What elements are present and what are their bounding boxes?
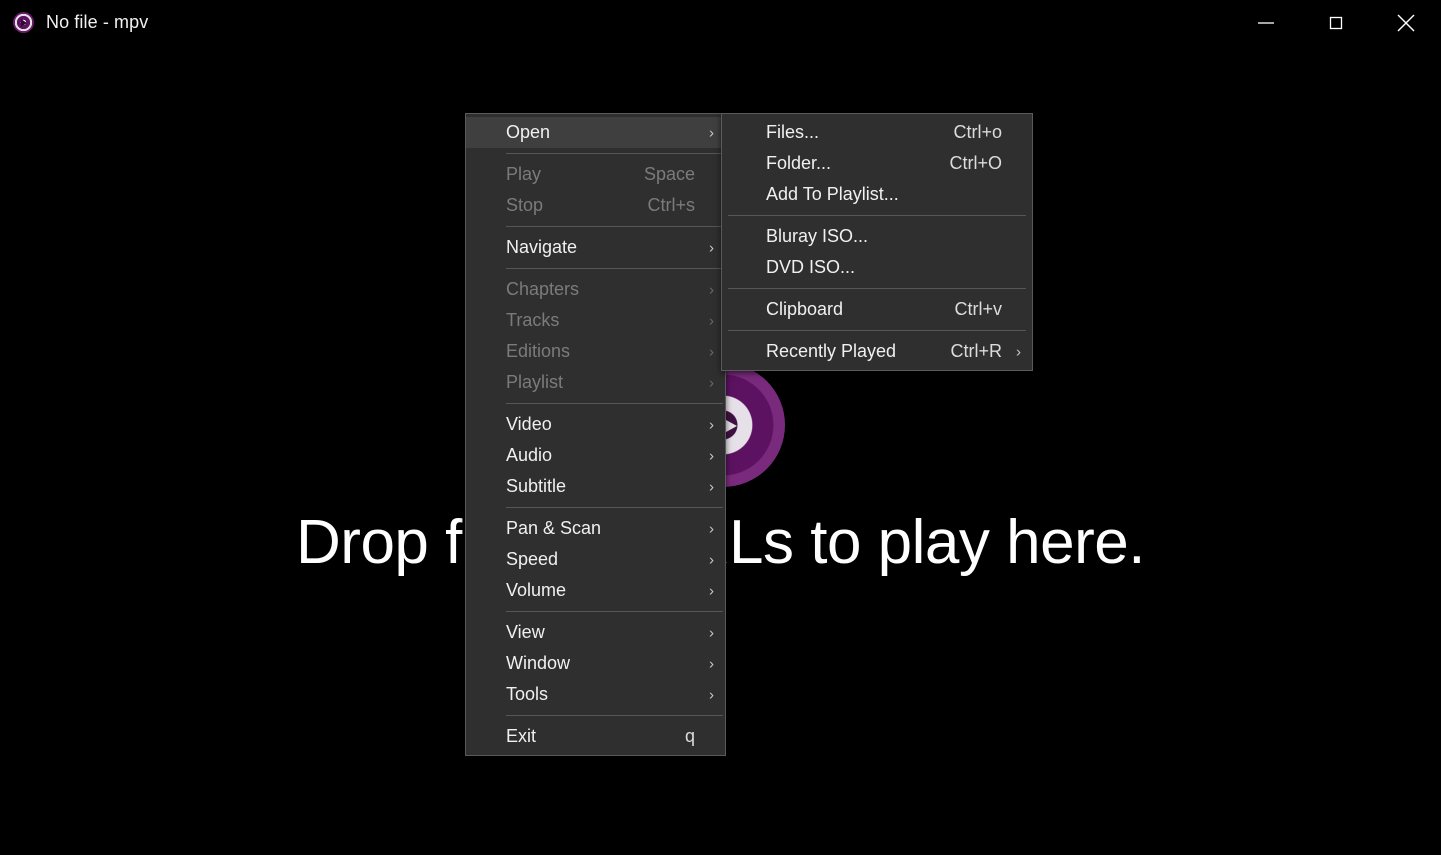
chevron-right-icon: › <box>709 124 714 141</box>
chevron-right-icon: › <box>709 239 714 256</box>
menu-item-open[interactable]: Open › <box>466 117 725 148</box>
menu-item-add-to-playlist[interactable]: Add To Playlist... <box>722 179 1032 210</box>
menu-item-label: Window <box>506 653 571 673</box>
open-submenu[interactable]: Files... Ctrl+o Folder... Ctrl+O Add To Play… <box>721 113 1033 371</box>
menu-item-label: Play <box>506 164 542 184</box>
menu-item-video[interactable]: Video › <box>466 409 725 440</box>
mpv-context-menu[interactable]: Open › Play Space Stop Ctrl+s Navigate › Chapter… <box>465 113 726 756</box>
menu-item-exit[interactable]: Exit q <box>466 721 725 752</box>
menu-item-label: Tracks <box>506 310 560 330</box>
menu-item-label: Recently Played <box>766 341 897 361</box>
menu-item-subtitle[interactable]: Subtitle › <box>466 471 725 502</box>
menu-item-label: Audio <box>506 445 553 465</box>
window-title: No file - mpv <box>46 12 149 32</box>
menu-item-label: Playlist <box>506 372 564 392</box>
chevron-right-icon: › <box>709 655 714 672</box>
mpv-logo-icon <box>13 12 34 33</box>
menu-item-label: Stop <box>506 195 544 215</box>
menu-separator <box>506 403 723 404</box>
maximize-button[interactable] <box>1301 0 1371 45</box>
chevron-right-icon: › <box>709 416 714 433</box>
menu-item-label: DVD ISO... <box>766 257 856 277</box>
menu-item-label: Add To Playlist... <box>766 184 899 204</box>
menu-item-shortcut: Ctrl+s <box>647 195 695 215</box>
menu-item-shortcut: q <box>684 726 695 746</box>
menu-item-shortcut: Ctrl+R <box>950 341 1002 361</box>
menu-item-label: Open <box>506 122 551 142</box>
menu-item-window[interactable]: Window › <box>466 648 725 679</box>
menu-item-shortcut: Ctrl+v <box>954 299 1002 319</box>
menu-separator <box>728 288 1026 289</box>
menu-item-view[interactable]: View › <box>466 617 725 648</box>
menu-item-files[interactable]: Files... Ctrl+o <box>722 117 1032 148</box>
menu-item-label: Tools <box>506 684 549 704</box>
chevron-right-icon: › <box>709 624 714 641</box>
menu-item-label: Clipboard <box>766 299 844 319</box>
menu-item-volume[interactable]: Volume › <box>466 575 725 606</box>
menu-separator <box>506 611 723 612</box>
menu-item-editions: Editions › <box>466 336 725 367</box>
menu-separator <box>506 226 723 227</box>
menu-item-play: Play Space <box>466 159 725 190</box>
menu-item-label: View <box>506 622 545 642</box>
chevron-right-icon: › <box>709 281 714 298</box>
chevron-right-icon: › <box>709 478 714 495</box>
minimize-button[interactable] <box>1231 0 1301 45</box>
menu-item-label: Files... <box>766 122 820 142</box>
menu-item-shortcut: Space <box>643 164 695 184</box>
menu-item-label: Editions <box>506 341 571 361</box>
menu-item-label: Subtitle <box>506 476 567 496</box>
menu-item-label: Navigate <box>506 237 578 257</box>
mpv-window: No file - mpv Drop to play here. Open › … <box>0 0 1441 855</box>
menu-item-label: Speed <box>506 549 559 569</box>
menu-separator <box>728 215 1026 216</box>
menu-item-navigate[interactable]: Navigate › <box>466 232 725 263</box>
menu-item-label: Volume <box>506 580 567 600</box>
menu-item-tracks: Tracks › <box>466 305 725 336</box>
menu-separator <box>506 715 723 716</box>
menu-item-shortcut: Ctrl+O <box>949 153 1002 173</box>
chevron-right-icon: › <box>709 686 714 703</box>
menu-item-label: Chapters <box>506 279 580 299</box>
menu-separator <box>506 153 723 154</box>
play-triangle-icon <box>21 18 27 27</box>
menu-item-label: Exit <box>506 726 537 746</box>
menu-item-folder[interactable]: Folder... Ctrl+O <box>722 148 1032 179</box>
chevron-right-icon: › <box>709 582 714 599</box>
menu-separator <box>506 268 723 269</box>
chevron-right-icon: › <box>709 374 714 391</box>
menu-item-clipboard[interactable]: Clipboard Ctrl+v <box>722 294 1032 325</box>
chevron-right-icon: › <box>709 447 714 464</box>
menu-item-playlist: Playlist › <box>466 367 725 398</box>
menu-item-audio[interactable]: Audio › <box>466 440 725 471</box>
close-button[interactable] <box>1371 0 1441 45</box>
chevron-right-icon: › <box>1016 343 1021 360</box>
menu-item-shortcut: Ctrl+o <box>953 122 1002 142</box>
menu-separator <box>728 330 1026 331</box>
menu-item-dvd-iso[interactable]: DVD ISO... <box>722 252 1032 283</box>
chevron-right-icon: › <box>709 343 714 360</box>
menu-item-label: Pan & Scan <box>506 518 602 538</box>
chevron-right-icon: › <box>709 520 714 537</box>
chevron-right-icon: › <box>709 551 714 568</box>
chevron-right-icon: › <box>709 312 714 329</box>
title-bar: No file - mpv <box>0 0 1441 45</box>
menu-item-chapters: Chapters › <box>466 274 725 305</box>
window-controls <box>1231 0 1441 45</box>
menu-separator <box>506 507 723 508</box>
menu-item-label: Folder... <box>766 153 832 173</box>
menu-item-pan-scan[interactable]: Pan & Scan › <box>466 513 725 544</box>
menu-item-tools[interactable]: Tools › <box>466 679 725 710</box>
menu-item-stop: Stop Ctrl+s <box>466 190 725 221</box>
menu-item-recently-played[interactable]: Recently Played Ctrl+R › <box>722 336 1032 367</box>
menu-item-label: Video <box>506 414 552 434</box>
menu-item-speed[interactable]: Speed › <box>466 544 725 575</box>
menu-item-bluray-iso[interactable]: Bluray ISO... <box>722 221 1032 252</box>
menu-item-label: Bluray ISO... <box>766 226 869 246</box>
